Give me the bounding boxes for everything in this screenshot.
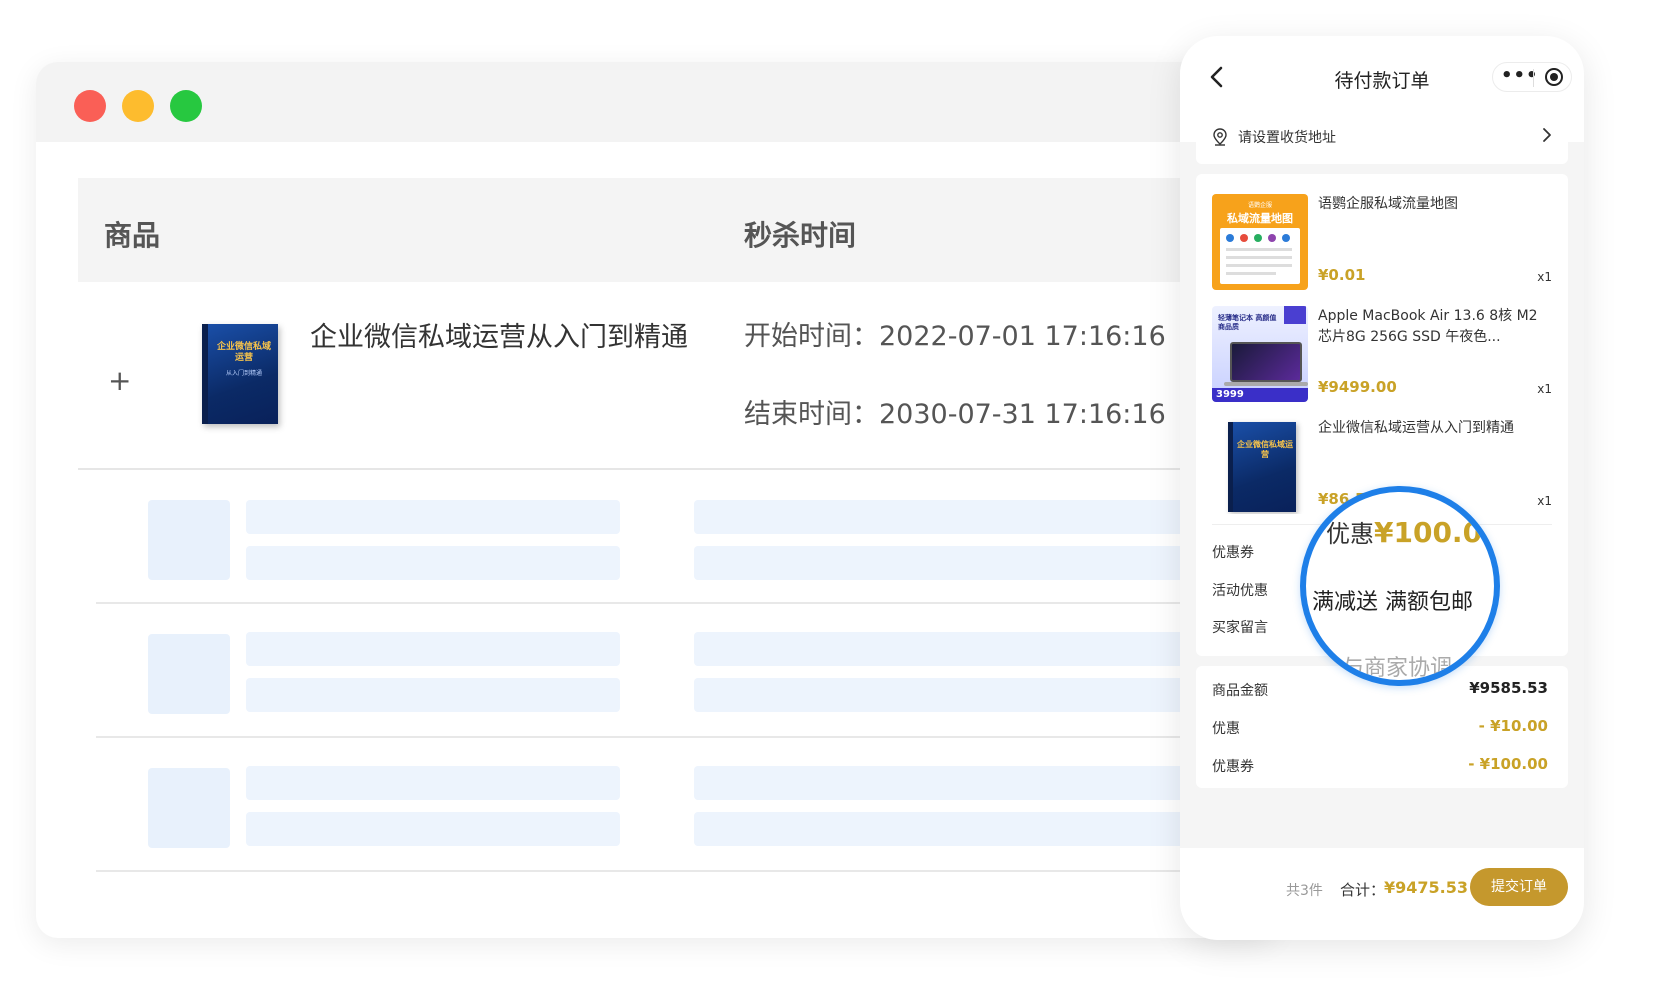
thumb-badge: [1284, 306, 1306, 324]
table-row: + 企业微信私域运营 从入门到精通 企业微信私域运营从入门到精通 开始时间：20…: [78, 282, 1276, 470]
thumb-laptop-base: [1224, 382, 1308, 386]
close-target-icon[interactable]: [1545, 68, 1563, 86]
product-qty: x1: [1537, 382, 1552, 396]
stage: 商品 秒杀时间 + 企业微信私域运营 从入门到精通 企业微信私域运营从入门到精通…: [0, 0, 1664, 1006]
thumb-title: 轻薄笔记本 高颜值商品质: [1218, 314, 1277, 331]
total-amount: ¥9475.53: [1384, 878, 1469, 897]
product-name: 语鹦企服私域流量地图: [1318, 196, 1458, 212]
thumb-tag: 语鹦企服: [1247, 202, 1272, 209]
summary-label: 商品金额: [1212, 683, 1268, 699]
start-time: 开始时间：2022-07-01 17:16:16: [744, 321, 1166, 352]
product-thumb-book: 企业微信私域运营: [1212, 418, 1308, 514]
header-product: 商品: [104, 219, 161, 252]
thumb-map-card: [1220, 228, 1300, 284]
magnified-coupon-prefix: 优惠: [1326, 520, 1374, 548]
book-cover-subtitle: 从入门到精通: [225, 370, 262, 377]
product-qty: x1: [1537, 270, 1552, 284]
summary-value: - ¥100.00: [1468, 755, 1548, 773]
thumb-laptop-screen: [1230, 342, 1302, 382]
window-titlebar: [36, 62, 1276, 142]
checkout-bar: 共3件 合计： ¥9475.53 提交订单: [1180, 848, 1584, 940]
browser-window: 商品 秒杀时间 + 企业微信私域运营 从入门到精通 企业微信私域运营从入门到精通…: [36, 62, 1276, 938]
total-label: 合计：: [1340, 881, 1386, 899]
magnified-coupon: 优惠¥100.00: [1326, 514, 1500, 549]
skeleton-line: [246, 500, 620, 534]
product-qty: x1: [1537, 494, 1552, 508]
thumb-book-cover: 企业微信私域运营: [1228, 422, 1296, 512]
skeleton-line: [246, 546, 620, 580]
maximize-window-button[interactable]: [170, 90, 202, 122]
magnified-message-hint: 与商家协调: [1342, 656, 1453, 681]
skeleton-line: [246, 678, 620, 712]
summary-label: 优惠: [1212, 721, 1240, 737]
mini-program-capsule: •••: [1492, 62, 1572, 92]
skeleton-thumb: [148, 500, 230, 580]
location-pin-icon: [1213, 128, 1227, 146]
capsule-divider: [1533, 69, 1534, 87]
product-name: 企业微信私域运营从入门到精通: [1318, 420, 1514, 436]
end-time: 结束时间：2030-07-31 17:16:16: [744, 399, 1166, 430]
option-message[interactable]: 买家留言: [1212, 617, 1268, 637]
magnified-coupon-amount: ¥100.00: [1374, 516, 1500, 549]
thumb-title: 私域流量地图: [1227, 212, 1293, 225]
table-header: 商品 秒杀时间: [78, 178, 1276, 282]
skeleton-thumb: [148, 768, 230, 848]
skeleton-line: [246, 766, 620, 800]
book-cover-title: 企业微信私域运营: [216, 342, 271, 363]
list-item[interactable]: 语鹦企服 私域流量地图 语鹦企服私域流量地图 ¥0.01 x1: [1196, 174, 1568, 290]
skeleton-line: [246, 632, 620, 666]
address-selector[interactable]: 请设置收货地址: [1196, 110, 1568, 164]
chevron-right-icon: [1543, 128, 1551, 142]
summary-value: ¥9585.53: [1469, 679, 1548, 697]
product-price: ¥9499.00: [1318, 378, 1397, 396]
option-coupon[interactable]: 优惠券: [1212, 542, 1254, 562]
expand-row-button[interactable]: +: [108, 364, 131, 397]
submit-order-button[interactable]: 提交订单: [1470, 868, 1568, 906]
product-name: 企业微信私域运营从入门到精通: [310, 322, 688, 353]
skeleton-row: [96, 604, 1276, 738]
item-count: 共3件: [1286, 883, 1323, 899]
skeleton-row: [96, 738, 1276, 872]
product-thumb-traffic-map: 语鹦企服 私域流量地图: [1212, 194, 1308, 290]
book-cover-image: 企业微信私域运营 从入门到精通: [202, 324, 278, 424]
product-price: ¥0.01: [1318, 266, 1366, 284]
thumb-title: 企业微信私域运营: [1237, 440, 1293, 459]
close-window-button[interactable]: [74, 90, 106, 122]
product-thumb-macbook: 轻薄笔记本 高颜值商品质 3999: [1212, 306, 1308, 402]
address-placeholder: 请设置收货地址: [1238, 130, 1336, 146]
magnified-activity: 满减送 满额包邮: [1312, 590, 1473, 615]
option-activity[interactable]: 活动优惠: [1212, 580, 1268, 600]
summary-label: 优惠券: [1212, 759, 1254, 775]
product-name: Apple MacBook Air 13.6 8核 M2芯片8G 256G SS…: [1318, 308, 1538, 345]
minimize-window-button[interactable]: [122, 90, 154, 122]
skeleton-thumb: [148, 634, 230, 714]
list-item[interactable]: 轻薄笔记本 高颜值商品质 3999 Apple MacBook Air 13.6…: [1196, 286, 1568, 402]
header-flash-time: 秒杀时间: [744, 219, 857, 252]
summary-value: - ¥10.00: [1478, 717, 1548, 735]
skeleton-line: [246, 812, 620, 846]
magnifier-callout: 优惠¥100.00 满减送 满额包邮 与商家协调: [1300, 486, 1500, 686]
skeleton-row: [96, 470, 1276, 604]
